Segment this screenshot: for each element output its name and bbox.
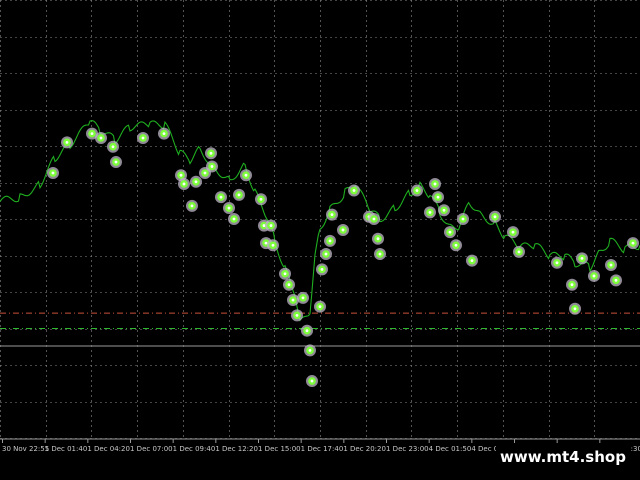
signal-marker-center [433, 182, 437, 186]
signal-marker-center [232, 217, 236, 221]
signal-marker-center [573, 307, 577, 311]
x-tick-label: 1 Dec 01:40 [45, 445, 88, 453]
price-series [0, 120, 640, 322]
signal-marker-center [376, 237, 380, 241]
signal-marker-center [555, 261, 559, 265]
x-tick-label: 1 Dec 23:00 [386, 445, 429, 453]
x-tick-label: 1 Dec 07:00 [130, 445, 173, 453]
signal-marker-center [114, 160, 118, 164]
signal-marker-center [269, 224, 273, 227]
signal-marker-center [210, 165, 214, 168]
signal-marker-center [179, 173, 183, 177]
x-tick-label: 30 Nov 22:55 [2, 445, 49, 453]
signal-marker-center [237, 193, 241, 197]
signal-marker-center [470, 259, 474, 263]
signal-marker-center [141, 136, 145, 140]
signal-marker-center [631, 241, 635, 245]
signal-marker-center [190, 204, 194, 208]
signal-marker-center [448, 230, 452, 234]
signal-marker-center [287, 283, 291, 287]
signal-marker-center [592, 274, 596, 278]
signal-marker-center [209, 151, 213, 155]
signal-marker-center [111, 145, 115, 149]
signal-markers [47, 127, 639, 388]
signal-marker-center [461, 217, 465, 221]
x-tick-label: 1 Dec 09:40 [173, 445, 216, 453]
x-tick-label: 1 Dec 20:20 [343, 445, 386, 453]
signal-marker-center [305, 329, 309, 333]
signal-marker-center [90, 132, 94, 135]
price-line [0, 120, 640, 322]
x-tick-label: 1 Dec 12:20 [215, 445, 258, 453]
chart-grid [0, 0, 640, 439]
signal-marker-center [310, 379, 314, 383]
signal-marker-center [301, 296, 305, 300]
x-tick-label: 1 Dec 04:20 [87, 445, 130, 453]
signal-marker-center [320, 267, 324, 271]
signal-marker-center [262, 224, 266, 227]
signal-marker-center [517, 250, 521, 254]
signal-marker-center [614, 278, 618, 282]
signal-marker-center [65, 140, 69, 144]
x-tick-label: 4 Dec 01:50 [429, 445, 472, 453]
signal-marker-center [271, 243, 275, 247]
signal-marker-center [378, 252, 382, 256]
signal-marker-center [203, 171, 207, 175]
signal-marker-center [264, 241, 268, 245]
signal-marker-center [283, 272, 287, 276]
signal-marker-center [415, 189, 419, 192]
signal-marker-center [51, 171, 55, 175]
signal-marker-center [330, 213, 334, 217]
signal-marker-center [352, 189, 356, 192]
signal-marker-center [324, 252, 328, 256]
signal-marker-center [436, 195, 440, 199]
chart-area: 30 Nov 22:55 1 Dec 01:40 1 Dec 04:20 1 Dec … [0, 0, 640, 480]
signal-marker-center [259, 197, 263, 201]
signal-marker-center [570, 283, 574, 287]
signal-marker-center [99, 136, 103, 140]
signal-marker-center [308, 349, 312, 352]
signal-marker-center [493, 215, 497, 219]
signal-marker-center [328, 239, 332, 243]
price-chart: 30 Nov 22:551 Dec 01:40 1 Dec 04:20 1 Dec … [0, 0, 640, 453]
signal-marker-center [442, 208, 446, 212]
watermark: www.mt4.shop [496, 445, 630, 469]
signal-marker-center [227, 206, 231, 210]
x-tick-label: 1 Dec 15:00 [258, 445, 301, 453]
signal-marker-center [318, 305, 322, 308]
signal-marker-center [454, 243, 458, 247]
signal-marker-center [194, 180, 198, 184]
signal-marker-center [609, 263, 613, 267]
signal-marker-center [511, 230, 515, 234]
signal-marker-center [291, 298, 295, 302]
signal-marker-center [295, 313, 299, 317]
signal-marker-center [162, 132, 166, 135]
x-tick-label: 1 Dec 17:40 [301, 445, 344, 453]
signal-marker-center [580, 257, 584, 260]
signal-marker-center [341, 228, 345, 232]
signal-marker-center [182, 182, 186, 186]
signal-marker-center [372, 217, 376, 221]
signal-marker-center [428, 211, 432, 214]
signal-marker-center [219, 195, 223, 199]
signal-marker-center [244, 173, 248, 177]
